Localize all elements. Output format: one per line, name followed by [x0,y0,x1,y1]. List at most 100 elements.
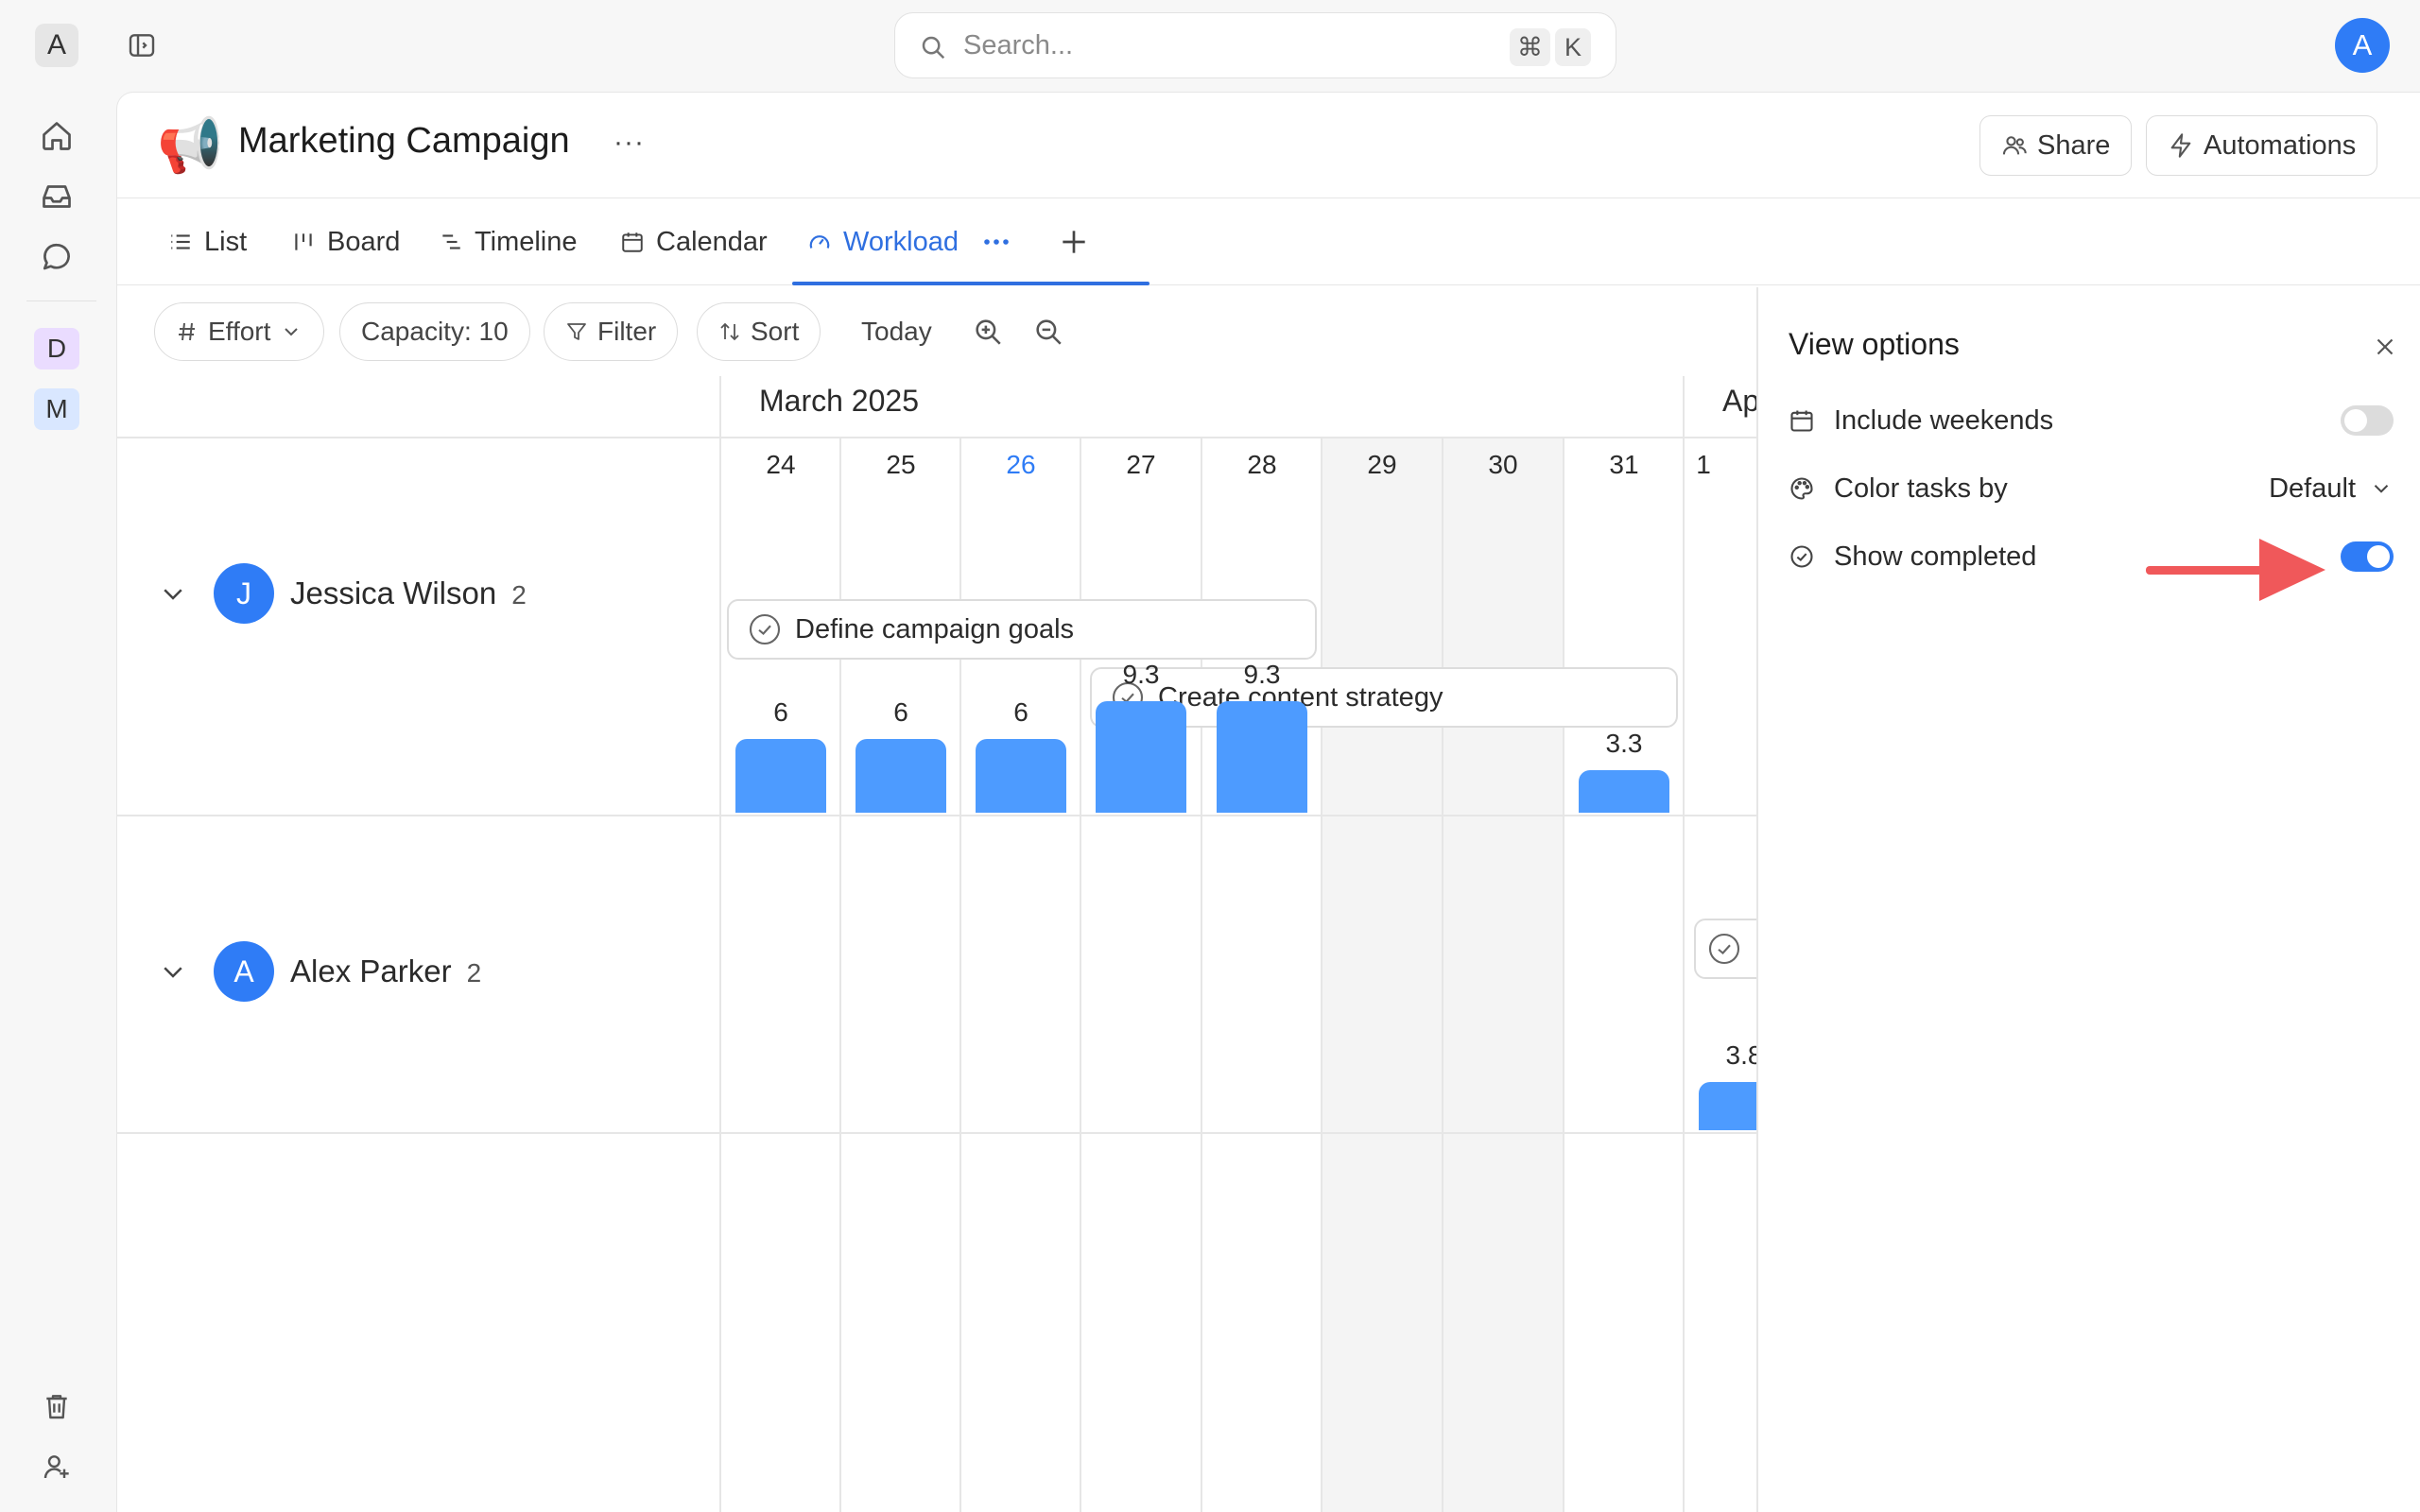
tab-timeline[interactable]: Timeline [439,198,578,285]
workload-bar[interactable] [1096,701,1186,813]
workload-bar[interactable] [856,739,946,813]
include-weekends-toggle[interactable] [2341,405,2394,436]
zoom-out-icon[interactable] [1032,316,1064,348]
invite-user-icon[interactable] [36,1446,78,1487]
effort-dropdown[interactable]: Effort [154,302,325,361]
workload-value-label: 6 [1013,697,1028,727]
person-row-jessica-wilson[interactable]: J Jessica Wilson 2 [117,556,722,631]
search-bar[interactable]: Search... ⌘ K [894,12,1616,78]
include-weekends-label: Include weekends [1834,404,2054,436]
chevron-down-icon [2369,476,2394,501]
close-icon[interactable] [2371,333,2399,361]
tab-board[interactable]: Board [291,198,400,285]
workspace-avatar[interactable]: A [35,24,78,67]
tab-more-options-icon[interactable] [977,225,1015,259]
check-circle-icon [1789,543,1815,570]
share-label: Share [2037,129,2111,161]
task-bar[interactable]: Define campaign goals [727,599,1317,660]
top-bar: A Search... ⌘ K A [0,0,2420,91]
inbox-icon[interactable] [36,176,78,217]
sort-label: Sort [751,317,800,346]
automations-label: Automations [2204,129,2357,161]
view-tabs: List Board Timeline Calendar Workload [117,198,2420,285]
workload-value-label: 6 [773,697,788,727]
day-25: 25 [886,450,916,479]
month-label: March 2025 [759,384,919,418]
add-view-icon[interactable] [1055,223,1093,261]
day-27: 27 [1126,450,1156,479]
avatar: A [214,941,274,1002]
tab-calendar[interactable]: Calendar [620,198,768,285]
workload-bar[interactable] [1579,770,1669,813]
board-icon [291,230,316,254]
check-circle-icon[interactable] [748,612,782,646]
task-count: 2 [511,580,527,610]
trash-icon[interactable] [36,1385,78,1427]
avatar: J [214,563,274,624]
tab-list[interactable]: List [168,198,247,285]
chevron-down-icon[interactable] [159,579,187,608]
color-tasks-by-row[interactable]: Color tasks by Default [1789,465,2394,512]
capacity-button[interactable]: Capacity: 10 [339,302,530,361]
view-options-panel: View options Include weekends Color task… [1756,287,2420,1512]
day-1: 1 [1696,450,1711,479]
day-divider [1321,438,1322,1512]
list-icon [168,230,193,254]
day-divider [1442,438,1443,1512]
page-title[interactable]: Marketing Campaign [238,121,570,162]
space-tile-m[interactable]: M [34,388,79,430]
workload-value-label: 3.3 [1605,729,1643,758]
hash-icon [176,320,199,343]
today-button[interactable]: Today [861,302,932,361]
workload-bar[interactable] [735,739,826,813]
day-divider [1563,438,1564,1512]
person-name: Alex Parker 2 [290,954,482,988]
filter-label: Filter [597,317,657,346]
day-31: 31 [1609,450,1639,479]
space-tile-d[interactable]: D [34,328,79,369]
show-completed-toggle[interactable] [2341,541,2394,572]
more-options-icon[interactable]: ··· [614,127,651,164]
gauge-icon [807,230,832,254]
chevron-down-icon[interactable] [159,957,187,986]
check-circle-icon[interactable] [1707,932,1741,966]
tab-workload[interactable]: Workload [807,198,959,285]
lightning-icon [2168,132,2194,159]
timeline-icon [439,230,463,254]
workload-bar[interactable] [976,739,1066,813]
task-count: 2 [466,958,482,988]
workload-value-label: 9.3 [1243,660,1281,689]
palette-icon [1789,475,1815,502]
users-icon [2001,132,2028,159]
page-header: 📢 Marketing Campaign ··· Share Automatio… [117,93,2420,198]
person-name: Jessica Wilson 2 [290,576,527,610]
workload-bar[interactable] [1217,701,1307,813]
annotation-arrow [2146,535,2325,605]
sidebar-toggle-icon[interactable] [127,30,157,60]
include-weekends-row[interactable]: Include weekends [1789,397,2394,444]
megaphone-icon[interactable]: 📢 [157,115,223,176]
tab-calendar-label: Calendar [656,226,768,257]
automations-button[interactable]: Automations [2146,115,2378,176]
workload-value-label: 6 [893,697,908,727]
user-avatar[interactable]: A [2335,18,2390,73]
home-icon[interactable] [36,115,78,157]
workload-value-label: 9.3 [1122,660,1160,689]
person-row-alex-parker[interactable]: A Alex Parker 2 [117,934,722,1009]
capacity-label: Capacity: 10 [361,317,509,346]
next-month-label: Ap [1722,384,1760,418]
tab-workload-label: Workload [843,226,959,257]
chat-icon[interactable] [36,236,78,278]
color-tasks-by-select[interactable]: Default [2269,473,2394,505]
show-completed-label: Show completed [1834,541,2037,572]
filter-button[interactable]: Filter [544,302,679,361]
share-button[interactable]: Share [1979,115,2133,176]
day-30: 30 [1488,450,1518,479]
weekend-column-29 [1321,438,1442,1512]
sort-button[interactable]: Sort [697,302,821,361]
chevron-down-icon [280,320,302,343]
zoom-in-icon[interactable] [972,316,1004,348]
search-placeholder: Search... [963,30,1074,60]
search-icon [919,33,947,61]
color-tasks-by-value: Default [2269,472,2356,504]
